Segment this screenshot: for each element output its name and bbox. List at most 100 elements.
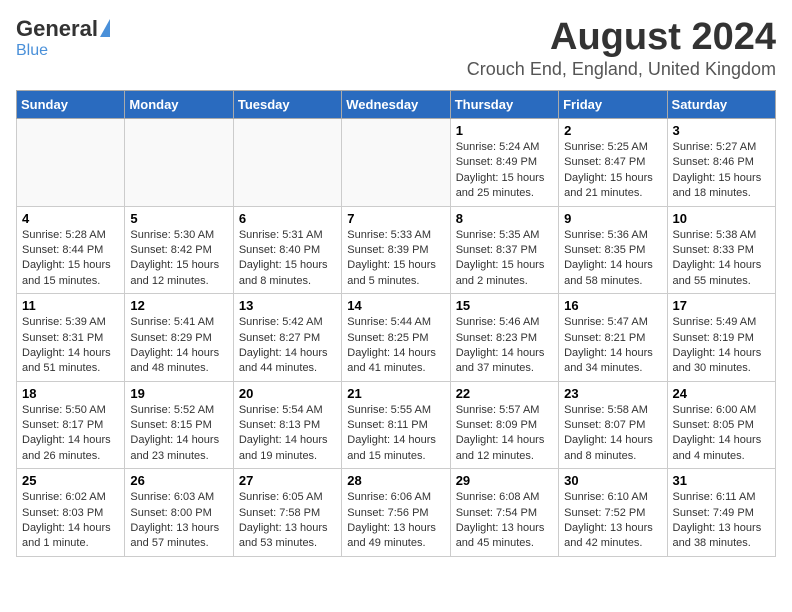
sunrise-text: Sunrise: 5:49 AM — [673, 316, 757, 328]
day-number: 1 — [456, 123, 553, 138]
sunrise-text: Sunrise: 5:24 AM — [456, 141, 540, 153]
day-info: Sunrise: 6:03 AMSunset: 8:00 PMDaylight:… — [130, 490, 227, 552]
sunset-text: Sunset: 8:39 PM — [347, 244, 428, 256]
day-number: 20 — [239, 386, 336, 401]
calendar-cell: 13 Sunrise: 5:42 AM Sunset: 8:27 PM Dayligh… — [233, 294, 341, 382]
sunrise-text: Sunrise: 5:46 AM — [456, 316, 540, 328]
daylight-text: Daylight: 14 hours and 26 minutes. — [22, 434, 111, 461]
day-info: Sunrise: 5:54 AMSunset: 8:13 PMDaylight:… — [239, 403, 336, 465]
calendar-cell: 14Sunrise: 5:44 AMSunset: 8:25 PMDayligh… — [342, 294, 450, 382]
daylight-text: Daylight: 13 hours and 38 minutes. — [673, 522, 762, 549]
sunrise-text: Sunrise: 6:00 AM — [673, 404, 757, 416]
day-number: 27 — [239, 473, 336, 488]
calendar-cell: 20 Sunrise: 5:54 AMSunset: 8:13 PMDayligh… — [233, 381, 341, 469]
sunset-text: Sunset: 8:09 PM — [456, 419, 537, 431]
sunset-text: Sunset: 8:46 PM — [673, 156, 754, 168]
day-number: 5 — [130, 211, 227, 226]
day-number: 19 — [130, 386, 227, 401]
day-number: 26 — [130, 473, 227, 488]
daylight-text: Daylight: 13 hours and 57 minutes. — [130, 522, 219, 549]
day-info: Sunrise: 5:47 AMSunset: 8:21 PMDaylight:… — [564, 315, 661, 377]
day-number: 29 — [456, 473, 553, 488]
daylight-text: Daylight: 14 hours and 44 minutes. — [239, 347, 328, 374]
daylight-text: Daylight: 13 hours and 53 minutes. — [239, 522, 328, 549]
daylight-text: Daylight: 15 hours and 15 minutes. — [22, 259, 111, 286]
logo-triangle-icon — [100, 19, 110, 37]
calendar-header-wednesday: Wednesday — [342, 91, 450, 119]
daylight-text: Daylight: 14 hours and 37 minutes. — [456, 347, 545, 374]
calendar-cell: 25Sunrise: 6:02 AMSunset: 8:03 PMDayligh… — [17, 469, 125, 557]
sunrise-text: Sunrise: 5:52 AM — [130, 404, 214, 416]
daylight-text: Daylight: 13 hours and 42 minutes. — [564, 522, 653, 549]
calendar-header-tuesday: Tuesday — [233, 91, 341, 119]
sunrise-text: Sunrise: 5:28 AM — [22, 229, 106, 241]
calendar-cell: 26 Sunrise: 6:03 AMSunset: 8:00 PMDayligh… — [125, 469, 233, 557]
sunset-text: Sunset: 7:52 PM — [564, 507, 645, 519]
day-number: 18 — [22, 386, 119, 401]
day-info: Sunrise: 6:02 AMSunset: 8:03 PMDaylight:… — [22, 490, 119, 552]
sunset-text: Sunset: 8:33 PM — [673, 244, 754, 256]
sunset-text: Sunset: 8:07 PM — [564, 419, 645, 431]
day-number: 28 — [347, 473, 444, 488]
sunrise-text: Sunrise: 5:50 AM — [22, 404, 106, 416]
calendar-header-saturday: Saturday — [667, 91, 775, 119]
header: General Blue August 2024 Crouch End, Eng… — [16, 16, 776, 80]
sunrise-text: Sunrise: 5:30 AM — [130, 229, 214, 241]
calendar-week-row: 4Sunrise: 5:28 AMSunset: 8:44 PMDaylight… — [17, 206, 776, 294]
sunrise-text: Sunrise: 6:11 AM — [673, 491, 756, 503]
calendar-cell — [233, 119, 341, 207]
day-info: Sunrise: 5:36 AMSunset: 8:35 PMDaylight:… — [564, 228, 661, 290]
calendar-week-row: 11Sunrise: 5:39 AMSunset: 8:31 PMDayligh… — [17, 294, 776, 382]
calendar-week-row: 25Sunrise: 6:02 AMSunset: 8:03 PMDayligh… — [17, 469, 776, 557]
month-year-title: August 2024 — [467, 16, 776, 59]
sunrise-text: Sunrise: 5:42 AM — [239, 316, 323, 328]
day-info: Sunrise: 5:49 AMSunset: 8:19 PMDaylight:… — [673, 315, 770, 377]
day-info: Sunrise: 5:52 AMSunset: 8:15 PMDaylight:… — [130, 403, 227, 465]
day-info: Sunrise: 5:55 AMSunset: 8:11 PMDaylight:… — [347, 403, 444, 465]
sunset-text: Sunset: 8:25 PM — [347, 332, 428, 344]
day-info: Sunrise: 5:57 AMSunset: 8:09 PMDaylight:… — [456, 403, 553, 465]
sunset-text: Sunset: 8:37 PM — [456, 244, 537, 256]
day-info: Sunrise: 6:00 AMSunset: 8:05 PMDaylight:… — [673, 403, 770, 465]
calendar-header-sunday: Sunday — [17, 91, 125, 119]
day-number: 13 — [239, 298, 336, 313]
sunrise-text: Sunrise: 6:03 AM — [130, 491, 214, 503]
day-number: 21 — [347, 386, 444, 401]
calendar-cell: 24 Sunrise: 6:00 AMSunset: 8:05 PMDayligh… — [667, 381, 775, 469]
day-info: Sunrise: 5:33 AMSunset: 8:39 PMDaylight:… — [347, 228, 444, 290]
daylight-text: Daylight: 15 hours and 12 minutes. — [130, 259, 219, 286]
logo-blue-text: Blue — [16, 42, 48, 60]
calendar-header-thursday: Thursday — [450, 91, 558, 119]
daylight-text: Daylight: 14 hours and 41 minutes. — [347, 347, 436, 374]
day-number: 4 — [22, 211, 119, 226]
calendar-cell: 3Sunrise: 5:27 AMSunset: 8:46 PMDaylight… — [667, 119, 775, 207]
daylight-text: Daylight: 13 hours and 45 minutes. — [456, 522, 545, 549]
calendar-cell: 28Sunrise: 6:06 AMSunset: 7:56 PMDayligh… — [342, 469, 450, 557]
day-number: 24 — [673, 386, 770, 401]
daylight-text: Daylight: 14 hours and 19 minutes. — [239, 434, 328, 461]
calendar-cell: 21 Sunrise: 5:55 AMSunset: 8:11 PMDayligh… — [342, 381, 450, 469]
calendar-cell: 1Sunrise: 5:24 AMSunset: 8:49 PMDaylight… — [450, 119, 558, 207]
logo: General Blue — [16, 16, 110, 60]
day-number: 31 — [673, 473, 770, 488]
sunset-text: Sunset: 8:19 PM — [673, 332, 754, 344]
sunset-text: Sunset: 8:47 PM — [564, 156, 645, 168]
sunrise-text: Sunrise: 5:33 AM — [347, 229, 431, 241]
day-number: 3 — [673, 123, 770, 138]
sunset-text: Sunset: 8:27 PM — [239, 332, 320, 344]
day-info: Sunrise: 6:10 AMSunset: 7:52 PMDaylight:… — [564, 490, 661, 552]
logo-general-text: General — [16, 16, 98, 42]
sunrise-text: Sunrise: 5:38 AM — [673, 229, 757, 241]
sunrise-text: Sunrise: 6:08 AM — [456, 491, 540, 503]
calendar-cell: 15Sunrise: 5:46 AMSunset: 8:23 PMDayligh… — [450, 294, 558, 382]
day-number: 22 — [456, 386, 553, 401]
sunset-text: Sunset: 8:17 PM — [22, 419, 103, 431]
daylight-text: Daylight: 15 hours and 18 minutes. — [673, 172, 762, 199]
calendar-cell — [342, 119, 450, 207]
title-section: August 2024 Crouch End, England, United … — [467, 16, 776, 80]
daylight-text: Daylight: 13 hours and 49 minutes. — [347, 522, 436, 549]
day-number: 23 — [564, 386, 661, 401]
sunset-text: Sunset: 8:40 PM — [239, 244, 320, 256]
day-info: Sunrise: 5:31 AMSunset: 8:40 PMDaylight:… — [239, 228, 336, 290]
calendar-cell: 27Sunrise: 6:05 AMSunset: 7:58 PMDayligh… — [233, 469, 341, 557]
